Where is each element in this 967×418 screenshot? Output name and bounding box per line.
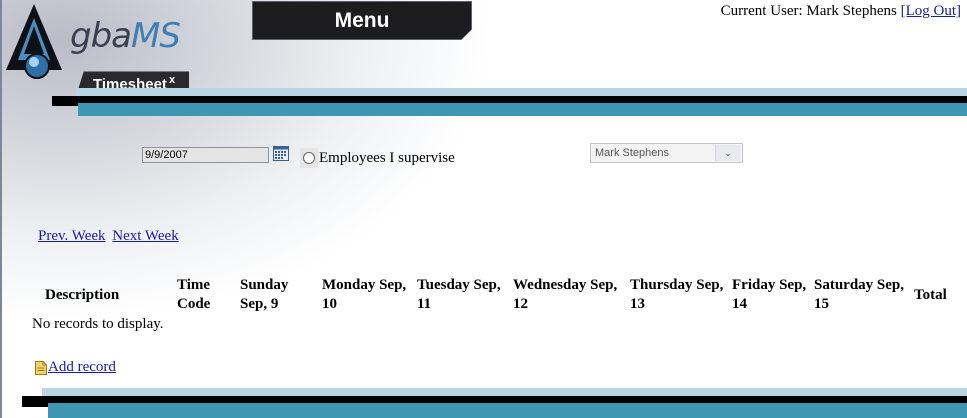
header-band-teal: [78, 103, 967, 116]
col-total: Total: [914, 286, 947, 303]
col-saturday: Saturday Sep, 15: [814, 277, 905, 312]
radio-circle-icon: [303, 152, 315, 164]
week-navigation: Prev. Week Next Week: [38, 228, 182, 245]
header-band-light: [76, 88, 967, 96]
grid-header-row: Description Time Code Sunday Sep, 9 Monday…: [32, 276, 953, 314]
col-sunday: Sunday Sep, 9: [240, 277, 289, 312]
chevron-down-icon[interactable]: ⌄: [715, 145, 740, 161]
col-friday: Friday Sep, 14: [732, 277, 807, 312]
add-record-action[interactable]: Add record: [35, 359, 116, 376]
col-monday: Monday Sep, 10: [322, 277, 407, 312]
no-records-message: No records to display.: [32, 316, 164, 332]
week-date-input[interactable]: [142, 147, 269, 163]
employee-select[interactable]: Mark Stephens ⌄: [590, 143, 743, 163]
logo-wordmark: gbaMS: [70, 16, 181, 56]
col-wednesday: Wednesday Sep, 12: [513, 277, 618, 312]
left-border: [0, 0, 2, 418]
next-week-link[interactable]: Next Week: [112, 228, 178, 244]
col-time-code: Time Code: [177, 277, 211, 312]
logout-link[interactable]: [Log Out]: [901, 3, 961, 19]
add-record-link[interactable]: Add record: [48, 359, 116, 376]
tab-close-icon[interactable]: x: [169, 74, 175, 86]
col-description: Description: [45, 286, 120, 303]
footer-band-light: [42, 388, 967, 396]
employees-radio-label: Employees I supervise: [319, 149, 455, 166]
employee-select-value: Mark Stephens: [595, 147, 669, 159]
prev-week-link[interactable]: Prev. Week: [38, 228, 106, 244]
empty-row: No records to display.: [32, 314, 953, 333]
footer-band-teal: [48, 403, 967, 418]
gbams-logo: gbaMS: [4, 2, 181, 82]
pyramid-logo-icon: [6, 4, 62, 79]
col-tuesday: Tuesday Sep, 11: [417, 277, 501, 312]
employees-i-supervise-option[interactable]: Employees I supervise: [300, 148, 455, 168]
current-user-text: Current User: Mark Stephens: [720, 3, 897, 19]
menu-button-label: Menu: [334, 8, 390, 32]
current-user-area: Current User: Mark Stephens [Log Out]: [721, 3, 961, 20]
new-document-icon[interactable]: [35, 360, 47, 375]
timesheet-grid: Description Time Code Sunday Sep, 9 Monday…: [32, 276, 953, 333]
menu-button[interactable]: Menu: [252, 1, 472, 40]
col-thursday: Thursday Sep, 13: [630, 277, 724, 312]
employees-radio[interactable]: [300, 148, 318, 168]
calendar-icon[interactable]: [273, 146, 289, 161]
